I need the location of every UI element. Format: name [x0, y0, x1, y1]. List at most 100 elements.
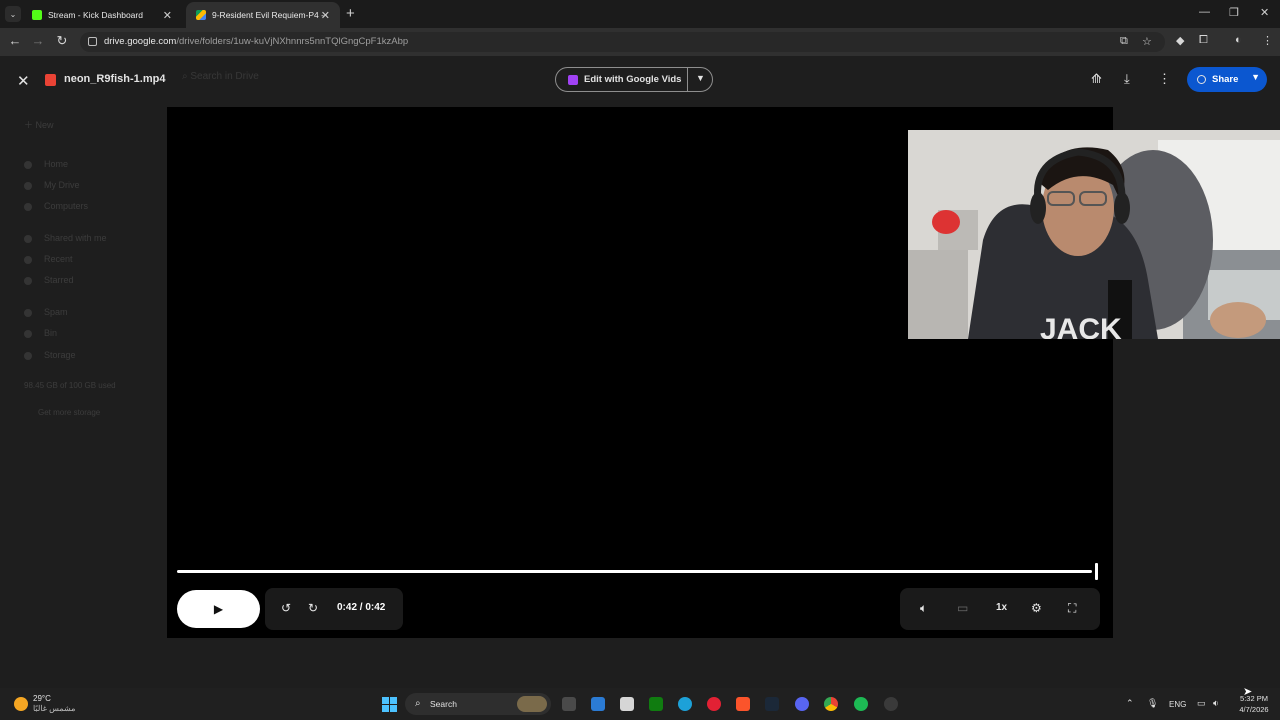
more-options-icon[interactable]: ⋮ — [1158, 71, 1171, 87]
share-caret-icon[interactable]: ▼ — [1251, 72, 1260, 82]
forward-icon[interactable]: → — [29, 33, 47, 48]
sidebar-item-my-drive[interactable]: My Drive — [24, 180, 80, 190]
window-close-icon[interactable]: ✕ — [1260, 6, 1269, 19]
taskbar-search[interactable]: ⌕ Search — [405, 693, 551, 715]
tray-overflow-icon[interactable]: ⌃ — [1126, 698, 1134, 709]
playback-speed-button[interactable]: 1x — [996, 602, 1007, 613]
star-icon — [24, 276, 32, 285]
weather-condition[interactable]: مشمس غالبًا — [33, 704, 75, 713]
sidebar-item-spam[interactable]: Spam — [24, 307, 68, 317]
edit-label: Edit with Google Vids — [584, 74, 682, 85]
site-info-icon[interactable] — [88, 37, 97, 46]
spam-icon — [24, 308, 32, 317]
file-name: neon_R9fish-1.mp4 — [64, 73, 166, 85]
share-button[interactable]: Share ▼ — [1187, 67, 1267, 92]
tab-search-icon[interactable]: ⌄ — [5, 6, 21, 22]
cloud-icon — [24, 351, 32, 360]
app-task-view-icon[interactable] — [562, 697, 576, 711]
clock[interactable]: 5:32 PM 4/7/2026 — [1232, 693, 1276, 715]
microphone-icon[interactable]: 🎙︎ — [1147, 698, 1158, 709]
download-icon[interactable]: ⤓ — [1124, 71, 1130, 87]
install-app-icon[interactable]: ⧉ — [1120, 35, 1128, 48]
dropdown-caret-icon[interactable]: ▼ — [696, 73, 705, 83]
new-button[interactable]: ＋ New — [24, 118, 54, 131]
divider — [687, 68, 688, 91]
back-icon[interactable]: ← — [6, 33, 24, 48]
trash-icon — [24, 329, 32, 338]
close-tab-icon[interactable]: ✕ — [321, 9, 330, 22]
plus-icon: ＋ — [24, 120, 36, 130]
playback-controls: ↺ ↻ 0:42 / 0:42 — [265, 588, 403, 630]
profile-icon[interactable]: ◐ — [1235, 34, 1242, 46]
add-to-drive-icon[interactable]: ⟰ — [1091, 71, 1102, 87]
tab-kick-dashboard[interactable]: Stream - Kick Dashboard ✕ — [22, 2, 182, 28]
reload-icon[interactable]: ↻ — [53, 33, 71, 49]
rewind-10-icon[interactable]: ↺ — [281, 601, 291, 615]
sidebar-item-computers[interactable]: Computers — [24, 201, 88, 211]
volume-icon[interactable]: 🔈︎ — [920, 601, 927, 616]
sidebar-item-storage[interactable]: Storage — [24, 350, 76, 360]
menu-kebab-icon[interactable]: ⋮ — [1262, 34, 1273, 47]
storage-usage: 98.45 GB of 100 GB used — [24, 381, 116, 390]
home-icon — [24, 160, 32, 169]
video-file-icon — [45, 74, 56, 86]
tab-drive-folder[interactable]: 9-Resident Evil Requiem-P4 - G ✕ — [186, 2, 340, 28]
captions-icon[interactable]: ▭ — [957, 601, 968, 615]
tab-title: Stream - Kick Dashboard — [48, 10, 143, 20]
scrubber-handle[interactable] — [1095, 563, 1098, 580]
network-icon[interactable]: ▭ — [1197, 698, 1206, 709]
windows-taskbar: 29°C مشمس غالبًا ⌕ Search ⌃ 🎙︎ ENG ▭ 🔉︎ … — [0, 688, 1280, 720]
url-text: drive.google.com/drive/folders/1uw-kuVjN… — [104, 36, 409, 47]
app-opera-icon[interactable] — [707, 697, 721, 711]
get-storage-button[interactable]: Get more storage — [38, 408, 100, 417]
app-xbox-icon[interactable] — [649, 697, 663, 711]
mouse-cursor-icon: ➤ — [1243, 686, 1253, 698]
sidebar-item-home[interactable]: Home — [24, 159, 68, 169]
extension-diamond-icon[interactable]: ◆ — [1176, 34, 1184, 47]
edit-with-vids-button[interactable]: Edit with Google Vids ▼ — [555, 67, 713, 92]
svg-text:JACK: JACK — [1040, 313, 1122, 339]
address-bar[interactable]: drive.google.com/drive/folders/1uw-kuVjN… — [80, 32, 1165, 52]
speaker-icon[interactable]: 🔉︎ — [1213, 698, 1219, 709]
computer-icon — [24, 202, 32, 211]
search-input[interactable]: ⌕ Search in Drive — [182, 71, 259, 82]
weather-sun-icon[interactable] — [14, 697, 28, 711]
play-button[interactable]: ▶ — [177, 590, 260, 628]
restore-icon[interactable]: ❐ — [1229, 6, 1239, 19]
app-snipping-icon[interactable] — [620, 697, 634, 711]
sidebar-item-recent[interactable]: Recent — [24, 254, 73, 264]
close-tab-icon[interactable]: ✕ — [163, 9, 172, 22]
temperature[interactable]: 29°C — [33, 694, 51, 703]
people-icon — [24, 234, 32, 243]
app-obs-icon[interactable] — [884, 697, 898, 711]
settings-gear-icon[interactable]: ⚙ — [1031, 601, 1042, 615]
progress-bar[interactable] — [177, 570, 1092, 573]
search-label: Search — [430, 699, 457, 709]
webcam-image: JACK — [908, 130, 1280, 339]
language-indicator[interactable]: ENG — [1169, 700, 1186, 709]
app-discord-icon[interactable] — [795, 697, 809, 711]
share-label: Share — [1212, 74, 1239, 85]
app-steam-icon[interactable] — [765, 697, 779, 711]
new-tab-icon[interactable]: + — [346, 5, 355, 22]
windows-start-icon[interactable] — [382, 697, 397, 712]
sidebar-item-starred[interactable]: Starred — [24, 275, 74, 285]
sidebar-item-bin[interactable]: Bin — [24, 328, 57, 338]
extensions-puzzle-icon[interactable]: ⧠ — [1199, 34, 1208, 47]
bookmark-star-icon[interactable]: ☆ — [1142, 35, 1152, 48]
minimize-icon[interactable]: — — [1199, 6, 1210, 18]
sidebar-item-shared[interactable]: Shared with me — [24, 233, 107, 243]
app-chrome-icon[interactable] — [824, 697, 838, 711]
search-highlight-icon — [517, 696, 547, 712]
app-edge-icon[interactable] — [678, 697, 692, 711]
tab-title: 9-Resident Evil Requiem-P4 - G — [212, 10, 327, 20]
app-spotify-icon[interactable] — [854, 697, 868, 711]
time-display: 0:42 / 0:42 — [337, 602, 386, 613]
kick-icon — [32, 10, 42, 20]
drive-icon — [24, 181, 32, 190]
fullscreen-icon[interactable]: ⛶ — [1068, 601, 1076, 616]
close-viewer-icon[interactable]: ✕ — [17, 72, 30, 90]
app-brave-icon[interactable] — [736, 697, 750, 711]
forward-10-icon[interactable]: ↻ — [308, 601, 318, 615]
app-store-icon[interactable] — [591, 697, 605, 711]
